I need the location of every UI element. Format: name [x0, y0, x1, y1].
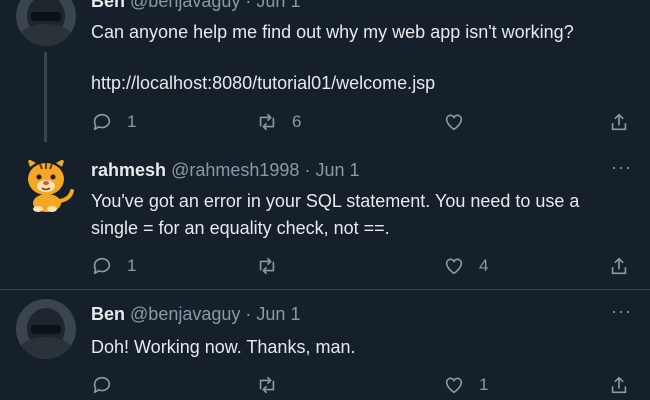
avatar[interactable] — [16, 155, 76, 215]
more-button[interactable]: ··· — [611, 157, 632, 178]
like-button[interactable] — [443, 111, 479, 133]
share-button[interactable] — [608, 374, 630, 396]
separator: · — [304, 160, 311, 180]
handle[interactable]: @benjavaguy — [130, 304, 240, 324]
like-button[interactable]: 4 — [443, 255, 488, 277]
retweet-icon — [259, 257, 275, 275]
share-icon — [611, 113, 627, 131]
tweet-header: Ben @benjavaguy · Jun 1 — [91, 304, 300, 325]
tweet-header: Ben @benjavaguy · Jun 1 — [91, 0, 300, 12]
retweet-button[interactable] — [256, 255, 292, 277]
tweet-text-line: Doh! Working now. Thanks, man. — [91, 337, 356, 357]
avatar[interactable] — [16, 299, 76, 359]
reply-icon — [93, 376, 111, 394]
like-button[interactable]: 1 — [443, 374, 488, 396]
share-button[interactable] — [608, 111, 630, 133]
tweet-text: You've got an error in your SQL statemen… — [91, 188, 631, 242]
retweet-button[interactable] — [256, 374, 292, 396]
tweet-header: rahmesh @rahmesh1998 · Jun 1 — [91, 160, 360, 181]
avatar[interactable] — [16, 0, 76, 46]
tweet-actions: 1 6 — [91, 111, 636, 135]
like-icon — [445, 114, 463, 131]
reply-icon — [93, 113, 111, 131]
share-icon — [611, 376, 627, 394]
helmet-avatar-icon — [16, 299, 76, 359]
reply-button[interactable]: 1 — [91, 255, 136, 277]
tiger-emoji-avatar-icon — [27, 158, 74, 212]
display-name[interactable]: rahmesh — [91, 160, 166, 180]
share-icon — [611, 257, 627, 275]
tweet-2[interactable]: rahmesh @rahmesh1998 · Jun 1 ··· You've … — [0, 145, 650, 289]
tweet-text: Can anyone help me find out why my web a… — [91, 19, 631, 97]
tweet-actions: 1 — [91, 374, 636, 398]
tweet-text: Doh! Working now. Thanks, man. — [91, 334, 631, 361]
tweet-date[interactable]: Jun 1 — [256, 304, 300, 324]
tweet-link[interactable]: http://localhost:8080/tutorial01/welcome… — [91, 70, 631, 97]
tweet-1[interactable]: Ben @benjavaguy · Jun 1 Can anyone help … — [0, 0, 650, 145]
handle[interactable]: @rahmesh1998 — [171, 160, 299, 180]
retweet-button[interactable]: 6 — [256, 111, 301, 133]
reply-button[interactable]: 1 — [91, 111, 136, 133]
retweet-icon — [259, 376, 275, 394]
reply-button[interactable] — [91, 374, 127, 396]
tweet-date[interactable]: Jun 1 — [315, 160, 359, 180]
tweet-text-line: single = for an equality check, not ==. — [91, 218, 390, 238]
separator: · — [245, 0, 252, 11]
reply-count: 1 — [127, 112, 137, 131]
reply-icon — [93, 257, 111, 275]
tweet-text-line: You've got an error in your SQL statemen… — [91, 191, 580, 211]
retweet-count: 6 — [292, 112, 302, 131]
display-name[interactable]: Ben — [91, 304, 125, 324]
retweet-icon — [259, 113, 275, 131]
helmet-avatar-icon — [16, 0, 76, 46]
more-button[interactable]: ··· — [611, 301, 632, 322]
like-count: 4 — [479, 256, 489, 275]
share-button[interactable] — [608, 255, 630, 277]
tweet-text-line: Can anyone help me find out why my web a… — [91, 22, 574, 42]
like-icon — [445, 258, 463, 275]
like-count: 1 — [479, 375, 489, 394]
reply-count: 1 — [127, 256, 137, 275]
tweet-date[interactable]: Jun 1 — [256, 0, 300, 11]
separator: · — [245, 304, 252, 324]
handle[interactable]: @benjavaguy — [130, 0, 240, 11]
like-icon — [445, 377, 463, 394]
display-name[interactable]: Ben — [91, 0, 125, 11]
tweet-actions: 1 4 — [91, 255, 636, 279]
tweet-3[interactable]: Ben @benjavaguy · Jun 1 ··· Doh! Working… — [0, 290, 650, 400]
thread-line — [44, 52, 47, 142]
